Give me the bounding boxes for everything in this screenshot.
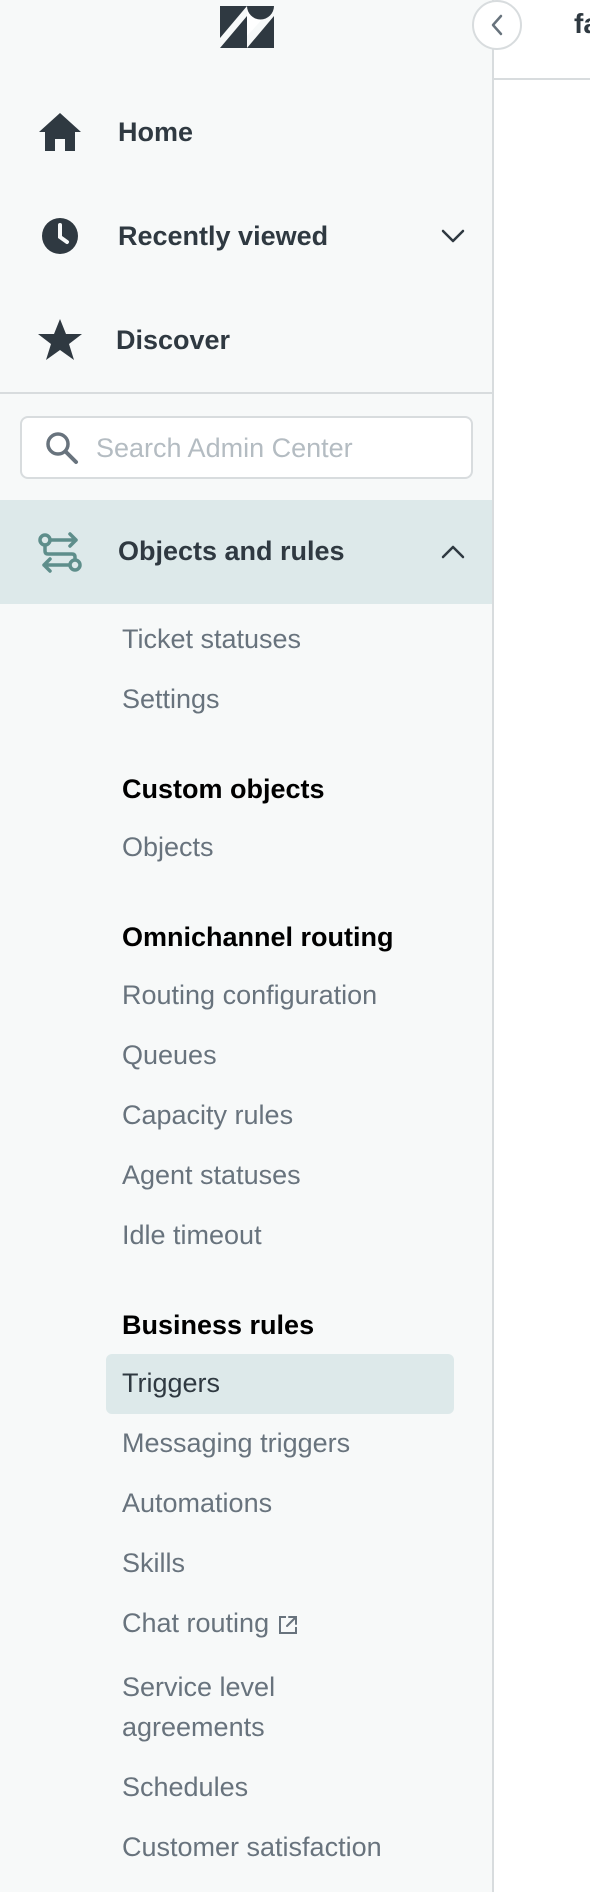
submenu-agent-statuses[interactable]: Agent statuses — [122, 1160, 301, 1191]
submenu-heading-omnichannel-routing: Omnichannel routing — [122, 922, 394, 952]
submenu-chat-routing[interactable]: Chat routing — [122, 1608, 299, 1639]
submenu-objects[interactable]: Objects — [122, 832, 214, 863]
chevron-left-icon — [491, 14, 503, 36]
submenu-heading-custom-objects: Custom objects — [122, 774, 325, 804]
home-icon — [36, 108, 84, 156]
nav-home[interactable]: Home — [0, 82, 492, 182]
search-icon — [46, 432, 78, 464]
zendesk-logo[interactable] — [220, 6, 274, 48]
main-content: fa — [494, 0, 590, 1892]
clock-icon — [36, 212, 84, 260]
submenu-idle-timeout[interactable]: Idle timeout — [122, 1220, 262, 1251]
external-link-icon — [279, 1615, 298, 1634]
submenu-ticket-statuses[interactable]: Ticket statuses — [122, 624, 301, 655]
nav-discover[interactable]: Discover — [0, 290, 492, 390]
submenu-service-level-agreements-line2[interactable]: agreements — [122, 1712, 265, 1743]
submenu-customer-satisfaction[interactable]: Customer satisfaction — [122, 1832, 382, 1863]
collapse-sidebar-button[interactable] — [472, 0, 522, 50]
submenu-schedules[interactable]: Schedules — [122, 1772, 248, 1803]
nav-discover-label: Discover — [116, 324, 231, 355]
submenu-capacity-rules[interactable]: Capacity rules — [122, 1100, 293, 1131]
nav-home-label: Home — [118, 116, 194, 147]
submenu-settings[interactable]: Settings — [122, 684, 220, 715]
chevron-down-icon[interactable] — [438, 221, 468, 251]
submenu-messaging-triggers[interactable]: Messaging triggers — [122, 1428, 350, 1459]
nav-recently-viewed-label: Recently viewed — [118, 220, 329, 251]
objects-rules-icon — [36, 528, 84, 576]
submenu-skills[interactable]: Skills — [122, 1548, 185, 1579]
sidebar-divider — [0, 392, 492, 394]
admin-sidebar: Home Recently viewed Discover Search Adm… — [0, 0, 494, 1892]
chevron-up-icon[interactable] — [438, 537, 468, 567]
nav-recently-viewed[interactable]: Recently viewed — [0, 186, 492, 286]
submenu-routing-configuration[interactable]: Routing configuration — [122, 980, 377, 1011]
submenu-service-level-agreements[interactable]: Service level — [122, 1672, 275, 1703]
nav-objects-and-rules-label: Objects and rules — [118, 536, 345, 566]
submenu-triggers[interactable]: Triggers — [122, 1368, 220, 1399]
submenu-chat-routing-label: Chat routing — [122, 1608, 270, 1638]
search-input[interactable] — [94, 422, 468, 475]
submenu-heading-business-rules: Business rules — [122, 1310, 315, 1340]
star-icon — [36, 316, 84, 364]
submenu-automations[interactable]: Automations — [122, 1488, 272, 1519]
admin-search[interactable] — [20, 416, 473, 479]
nav-objects-and-rules[interactable]: Objects and rules — [0, 500, 492, 604]
submenu-queues[interactable]: Queues — [122, 1040, 217, 1071]
page-title: fa — [574, 8, 590, 39]
